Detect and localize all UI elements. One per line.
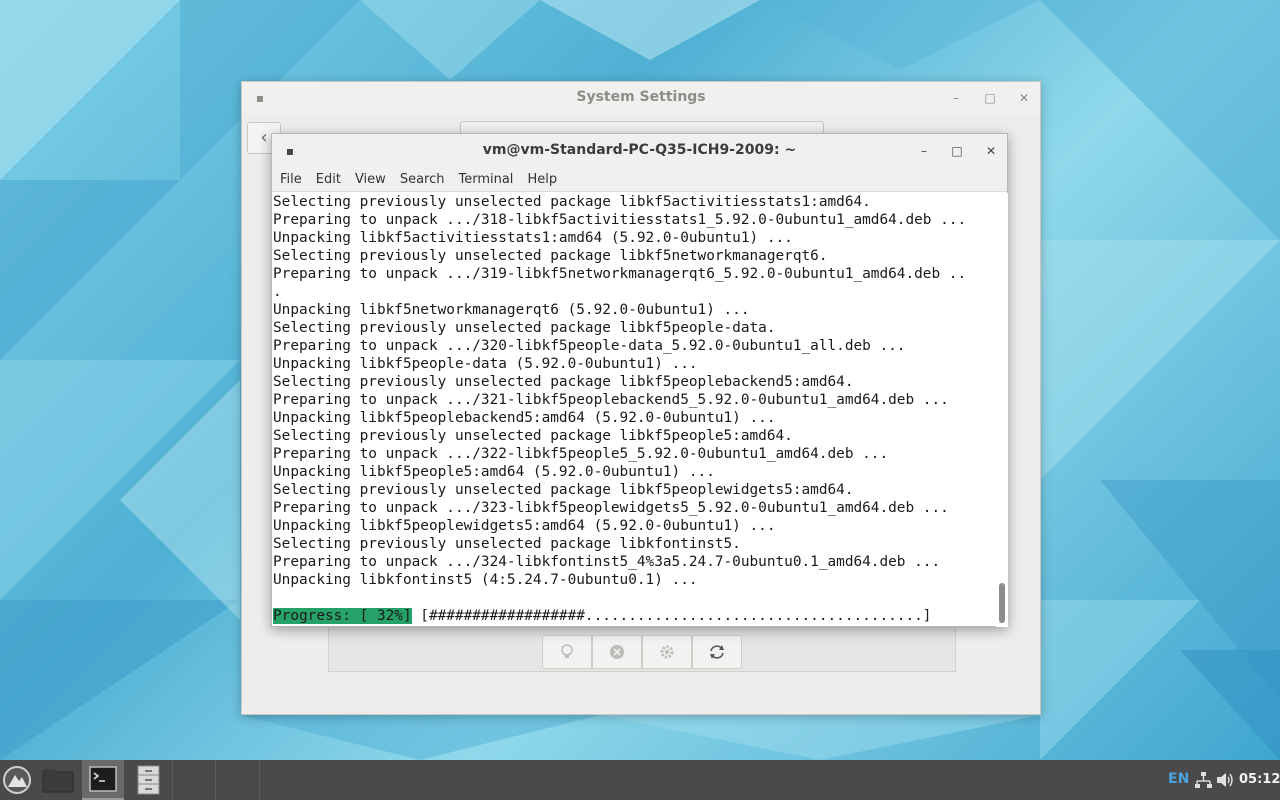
stop-button[interactable] — [592, 635, 642, 669]
terminal-line: Preparing to unpack .../323-libkf5people… — [273, 500, 949, 516]
terminal-window-title: vm@vm-Standard-PC-Q35-ICH9-2009: ~ — [482, 142, 797, 158]
taskbar-empty-slot[interactable] — [172, 760, 216, 800]
terminal-line: Selecting previously unselected package … — [273, 194, 871, 210]
minimize-icon[interactable]: – — [948, 90, 964, 106]
terminal-line: Selecting previously unselected package … — [273, 482, 854, 498]
terminal-line: . — [273, 284, 282, 300]
terminal-line: Unpacking libkf5activitiesstats1:amd64 (… — [273, 230, 793, 246]
terminal-output[interactable]: Selecting previously unselected package … — [273, 193, 995, 627]
gear-icon — [660, 645, 674, 659]
terminal-line: Unpacking libkfontinst5 (4:5.24.7-0ubunt… — [273, 572, 698, 588]
settings-window-title: System Settings — [576, 89, 706, 105]
terminal-line: Preparing to unpack .../322-libkf5people… — [273, 446, 889, 462]
volume-icon[interactable] — [1216, 771, 1234, 789]
keyboard-layout-indicator[interactable]: EN — [1168, 771, 1189, 787]
menu-view[interactable]: View — [355, 168, 394, 191]
file-cabinet-icon — [137, 765, 160, 795]
terminal-icon — [89, 766, 117, 792]
menu-edit[interactable]: Edit — [316, 168, 349, 191]
terminal-line: Unpacking libkf5peoplebackend5:amd64 (5.… — [273, 410, 776, 426]
terminal-window: ▪ vm@vm-Standard-PC-Q35-ICH9-2009: ~ – □… — [271, 133, 1008, 627]
lightbulb-button[interactable] — [542, 635, 592, 669]
launcher-button[interactable] — [0, 760, 36, 800]
close-icon[interactable]: ✕ — [983, 143, 999, 159]
terminal-line: Selecting previously unselected package … — [273, 428, 793, 444]
terminal-line: Selecting previously unselected package … — [273, 248, 828, 264]
terminal-line: Unpacking libkf5people5:amd64 (5.92.0-0u… — [273, 464, 715, 480]
settings-toolbar — [542, 635, 742, 669]
terminal-line: Preparing to unpack .../321-libkf5people… — [273, 392, 949, 408]
taskbar-file-cabinet[interactable] — [128, 760, 168, 800]
taskbar-file-manager[interactable] — [38, 760, 78, 800]
clock[interactable]: 05:12 — [1239, 772, 1280, 787]
taskbar-empty-slot[interactable] — [220, 760, 260, 800]
terminal-line: Unpacking libkf5peoplewidgets5:amd64 (5.… — [273, 518, 776, 534]
terminal-line: Preparing to unpack .../320-libkf5people… — [273, 338, 906, 354]
mountain-logo-icon — [3, 766, 31, 794]
terminal-line: Preparing to unpack .../319-libkf5networ… — [273, 266, 967, 282]
menu-search[interactable]: Search — [400, 168, 453, 191]
menu-file[interactable]: File — [280, 168, 310, 191]
settings-button[interactable] — [642, 635, 692, 669]
menu-terminal[interactable]: Terminal — [458, 168, 521, 191]
taskbar: EN 05:12 — [0, 760, 1280, 800]
terminal-line: Unpacking libkf5people-data (5.92.0-0ubu… — [273, 356, 698, 372]
terminal-line: Selecting previously unselected package … — [273, 374, 854, 390]
terminal-line: Unpacking libkf5networkmanagerqt6 (5.92.… — [273, 302, 750, 318]
chevron-left-icon: ‹ — [260, 127, 268, 148]
network-icon[interactable] — [1194, 771, 1212, 789]
close-circle-icon — [610, 645, 624, 659]
refresh-button[interactable] — [692, 635, 742, 669]
file-manager-icon — [42, 769, 74, 793]
terminal-line: Preparing to unpack .../324-libkfontinst… — [273, 554, 941, 570]
taskbar-terminal[interactable] — [82, 760, 124, 800]
terminal-menubar: File Edit View Search Terminal Help — [272, 168, 1007, 192]
maximize-icon[interactable]: □ — [949, 143, 965, 159]
menu-help[interactable]: Help — [527, 168, 565, 191]
terminal-line: Selecting previously unselected package … — [273, 320, 776, 336]
terminal-titlebar[interactable]: ▪ vm@vm-Standard-PC-Q35-ICH9-2009: ~ – □… — [272, 134, 1007, 168]
terminal-line: Preparing to unpack .../318-libkf5activi… — [273, 212, 967, 228]
terminal-scrollbar[interactable] — [996, 193, 1008, 627]
minimize-icon[interactable]: – — [916, 143, 932, 159]
progress-row: Progress: [ 32%] [##################....… — [273, 607, 995, 625]
progress-bar-text: [##################.....................… — [411, 608, 932, 624]
refresh-icon — [710, 645, 724, 659]
maximize-icon[interactable]: □ — [982, 90, 998, 106]
lightbulb-icon — [561, 644, 573, 658]
terminal-line: Selecting previously unselected package … — [273, 536, 741, 552]
close-icon[interactable]: ✕ — [1016, 90, 1032, 106]
settings-titlebar[interactable]: ▪ System Settings – □ ✕ — [242, 82, 1040, 114]
progress-label: Progress: [ 32%] — [273, 608, 412, 624]
scrollbar-thumb[interactable] — [999, 583, 1005, 623]
